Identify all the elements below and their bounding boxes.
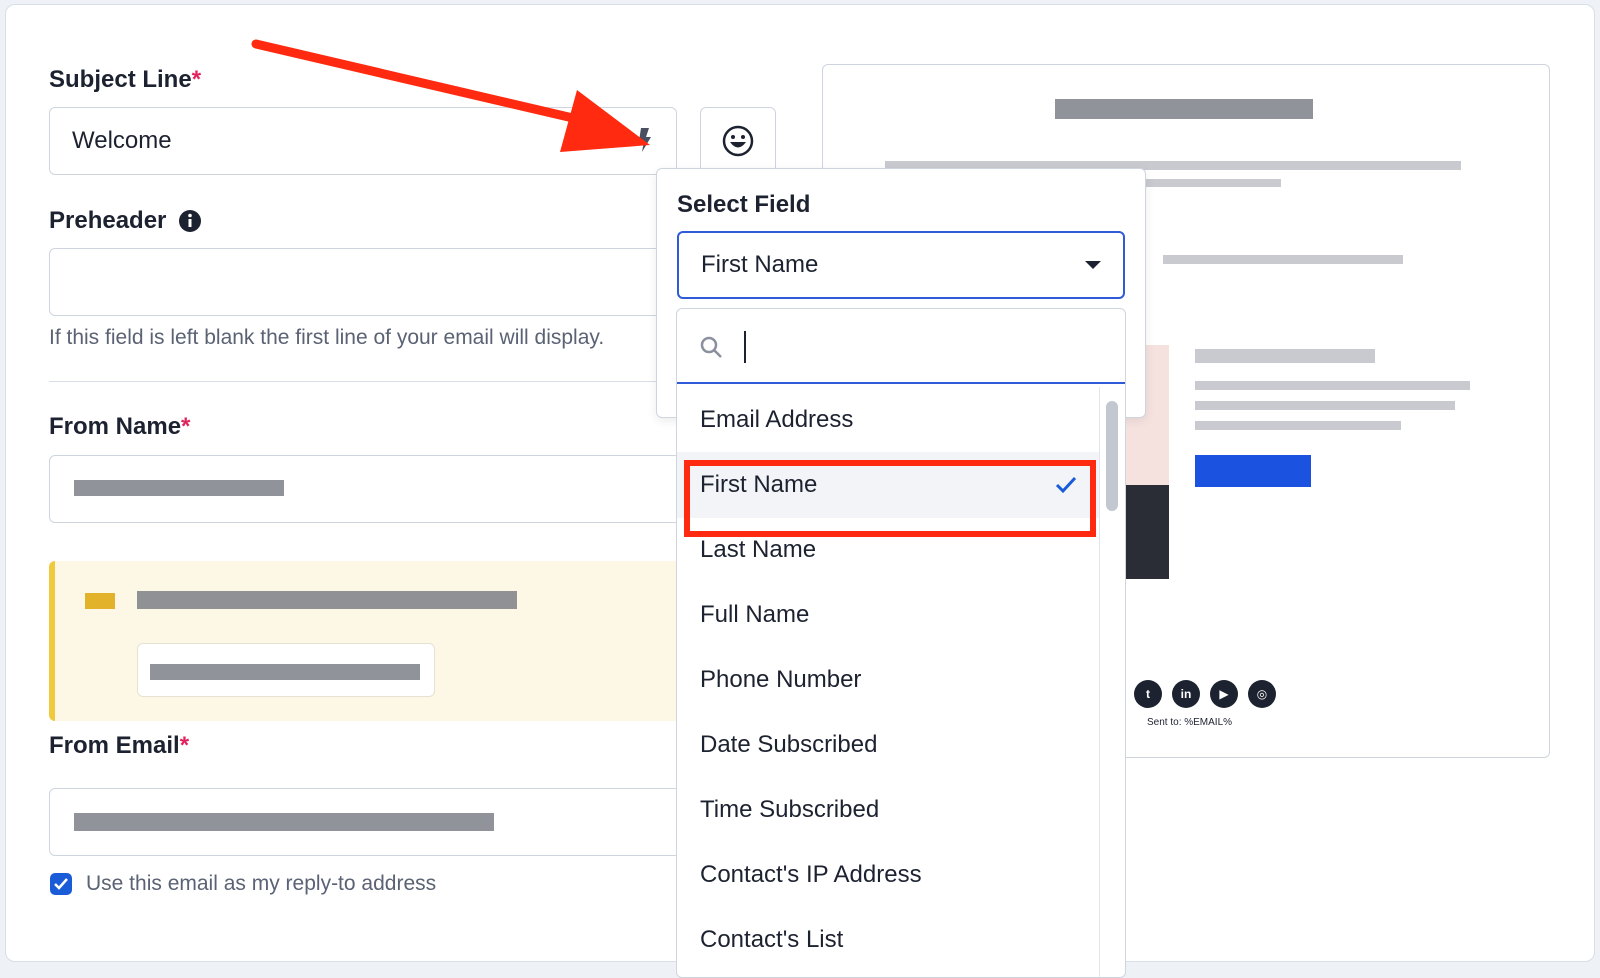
subject-line-label: Subject Line* [49, 66, 202, 93]
option-email-address[interactable]: Email Address [677, 387, 1099, 453]
field-select[interactable]: First Name [677, 231, 1125, 299]
option-phone-number[interactable]: Phone Number [677, 647, 1099, 713]
smiley-face-icon [722, 125, 754, 157]
preview-image [1123, 485, 1169, 579]
preview-cta-button [1195, 455, 1311, 487]
sender-notice-banner [49, 561, 689, 721]
field-select-value: First Name [701, 251, 819, 278]
field-search-input[interactable] [677, 309, 1125, 384]
chevron-down-icon [1085, 261, 1101, 269]
from-name-label: From Name* [49, 413, 191, 440]
twitter-icon: t [1134, 680, 1162, 708]
scrollbar-thumb[interactable] [1106, 401, 1118, 511]
subject-line-value: Welcome [72, 127, 172, 154]
warning-icon [85, 593, 115, 609]
reply-to-label: Use this email as my reply-to address [86, 872, 437, 895]
annotation-arrow-icon [251, 39, 650, 152]
field-options-dropdown: Email Address First Name Last Name Full … [676, 308, 1126, 978]
preheader-input[interactable] [49, 248, 689, 316]
search-icon [700, 336, 722, 358]
from-name-input[interactable] [49, 455, 689, 523]
instagram-icon: ◎ [1248, 680, 1276, 708]
preheader-help-text: If this field is left blank the first li… [49, 326, 605, 349]
preheader-label: Preheader [49, 207, 167, 234]
youtube-icon: ▶ [1210, 680, 1238, 708]
option-contact-ip-address[interactable]: Contact's IP Address [677, 842, 1099, 908]
divider [49, 381, 689, 382]
checkmark-icon [54, 878, 68, 890]
emoji-picker-button[interactable] [700, 107, 776, 175]
option-time-subscribed[interactable]: Time Subscribed [677, 777, 1099, 843]
reply-to-checkbox[interactable] [50, 873, 72, 895]
text-cursor [744, 331, 746, 363]
from-email-label: From Email* [49, 732, 190, 759]
redacted-from-name [74, 480, 284, 496]
option-contact-list[interactable]: Contact's List [677, 907, 1099, 973]
option-date-subscribed[interactable]: Date Subscribed [677, 712, 1099, 778]
dropdown-scrollbar[interactable] [1099, 387, 1123, 977]
select-field-title: Select Field [677, 191, 811, 218]
annotation-highlight-box [684, 460, 1096, 537]
preview-footer-text: Sent to: %EMAIL% [1147, 717, 1233, 728]
from-email-input[interactable] [49, 788, 689, 856]
linkedin-icon: in [1172, 680, 1200, 708]
notice-action-button[interactable] [137, 643, 435, 697]
redacted-preview-heading [1055, 99, 1313, 119]
option-full-name[interactable]: Full Name [677, 582, 1099, 648]
redacted-from-email [74, 813, 494, 831]
redacted-notice-text [137, 591, 517, 609]
info-icon[interactable] [178, 209, 202, 233]
